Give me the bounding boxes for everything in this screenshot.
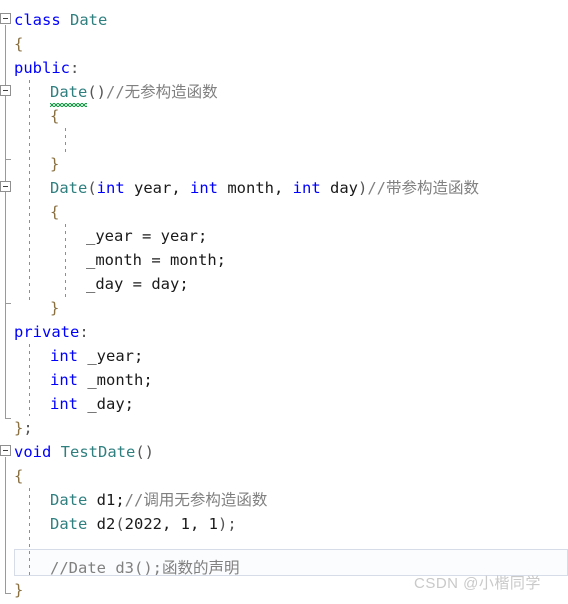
fold-toggle-param-ctor[interactable] [0,181,11,192]
code-token: Date [50,491,88,509]
fold-line-default-ctor [5,97,6,159]
fold-toggle-class-date[interactable] [0,13,11,24]
code-line[interactable]: { [14,32,23,56]
code-token: : [79,323,89,341]
code-token: ) [357,179,368,197]
indent-guide-level1-upper [29,80,30,304]
fold-toggle-default-ctor[interactable] [0,85,11,96]
code-token: d1; [87,491,125,509]
fold-end-class-date [5,418,11,419]
code-token: //Date d3();函数的声明 [50,559,240,577]
code-line[interactable]: int _day; [50,392,134,416]
code-token: ( [87,179,97,197]
code-line[interactable]: } [50,152,59,176]
code-token: Date [50,515,88,533]
code-token: Date [70,11,108,29]
code-token: 2022, 1, 1 [124,515,218,533]
code-editor-surface[interactable]: class Date{public: Date()//无参构造函数{} Date(i… [0,0,568,604]
code-token: int [292,179,321,197]
code-line[interactable]: //Date d3();函数的声明 [50,556,239,580]
code-token: ); [218,515,237,533]
code-token: //无参构造函数 [106,83,218,101]
indent-guide-level2-ctor-body [65,128,66,154]
csdn-watermark: CSDN @小楷同学 [414,575,541,592]
code-line[interactable]: { [14,464,23,488]
indent-guide-level1-testdate [29,488,30,578]
code-token: () [87,83,106,101]
code-line[interactable]: Date(int year, int month, int day)//带参构造… [50,176,479,200]
code-token: () [135,443,154,461]
fold-line-param-ctor [5,193,6,303]
code-token: _day = day; [86,275,189,293]
code-token: d2 [87,515,116,533]
code-token: { [14,35,24,53]
code-line[interactable]: _day = day; [86,272,189,296]
code-line[interactable]: { [50,200,59,224]
code-token: int [190,179,218,197]
code-line[interactable]: _year = year; [86,224,207,248]
code-line[interactable]: Date d1;//调用无参构造函数 [50,488,267,512]
code-token: Date [50,80,88,107]
code-line[interactable]: { [50,104,59,128]
code-token: year, [124,179,190,197]
code-token: } [14,419,24,437]
code-token: : [70,59,80,77]
code-line[interactable]: public: [14,56,79,80]
code-token: _year; [78,347,144,365]
code-token: ; [23,419,33,437]
fold-end-default-ctor [5,159,11,160]
code-token: int [50,395,78,413]
code-line[interactable]: void TestDate() [14,440,154,464]
code-token: void [14,443,52,461]
fold-toggle-testdate[interactable] [0,445,11,456]
code-token: { [50,107,60,125]
code-token: ( [115,515,125,533]
code-token: int [96,179,125,197]
code-line[interactable]: Date d2(2022, 1, 1); [50,512,237,536]
code-line[interactable]: }; [14,416,33,440]
code-token: _year = year; [86,227,208,245]
code-token: day [320,179,358,197]
fold-line-testdate [5,457,6,593]
code-token: month, [218,179,293,197]
code-line[interactable]: Date()//无参构造函数 [50,80,218,107]
code-token: _day; [78,395,134,413]
code-token: int [50,347,78,365]
code-token: } [50,155,60,173]
code-line[interactable]: } [50,296,59,320]
code-token: public [14,59,70,77]
fold-end-param-ctor [5,303,11,304]
code-line[interactable]: private: [14,320,89,344]
code-editor-screenshot: class Date{public: Date()//无参构造函数{} Date(i… [0,0,568,604]
code-token: _month = month; [86,251,226,269]
code-token: } [14,581,24,599]
code-token: _month; [78,371,153,389]
code-line[interactable]: } [14,578,23,602]
code-token: { [50,203,60,221]
code-line[interactable]: int _year; [50,344,143,368]
code-token: } [50,299,60,317]
code-token: class [14,11,61,29]
indent-guide-level2-param-body [65,224,66,298]
code-token: int [50,371,78,389]
code-token: private [14,323,80,341]
code-token: TestDate [60,443,136,461]
code-token: //带参构造函数 [367,179,479,197]
code-line[interactable]: _month = month; [86,248,226,272]
indent-guide-level1-private [29,344,30,416]
fold-end-testdate [5,593,11,594]
code-token: //调用无参构造函数 [124,491,268,509]
code-token: { [14,467,24,485]
code-line[interactable]: class Date [14,8,107,32]
code-line[interactable]: int _month; [50,368,153,392]
code-token: Date [50,179,88,197]
